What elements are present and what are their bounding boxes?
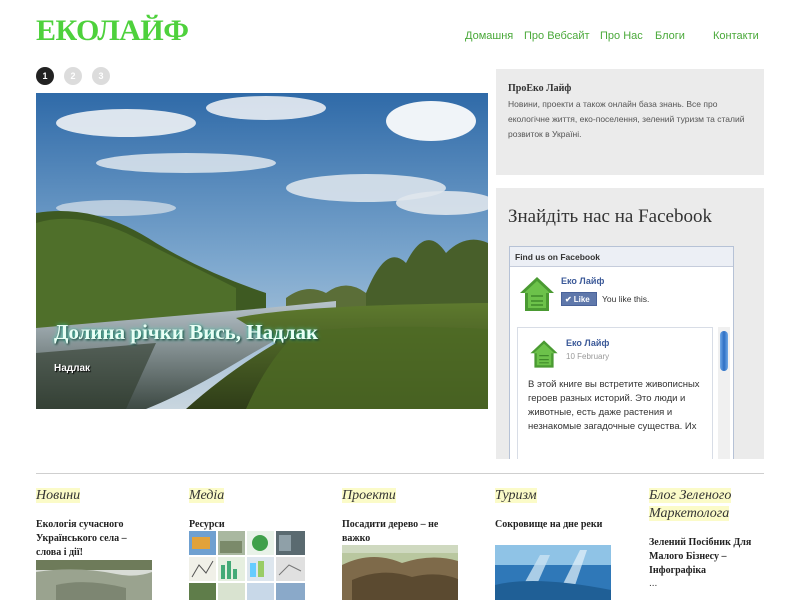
- column-media: Медіа Ресурси: [189, 486, 305, 532]
- facebook-post-author[interactable]: Еко Лайф: [566, 338, 609, 348]
- column-news: Новини Екологія сучасного Українського с…: [36, 486, 152, 560]
- nav-item-about-us[interactable]: Про Нас: [600, 30, 643, 42]
- column-title[interactable]: Новини: [36, 488, 81, 503]
- hero-landscape-image: [36, 93, 488, 409]
- hero-subtitle: Надлак: [54, 363, 91, 374]
- slider-pagination: 1 2 3: [36, 67, 110, 85]
- facebook-feed-scrollbar[interactable]: [718, 327, 730, 459]
- media-images: [189, 531, 305, 600]
- projects-thumbnail[interactable]: [342, 545, 458, 600]
- projects-image: [342, 545, 458, 600]
- slider-dot-3[interactable]: 3: [92, 67, 110, 85]
- facebook-widget: Знайдіть нас на Facebook Find us on Face…: [496, 188, 764, 459]
- column-title[interactable]: Проекти: [342, 488, 396, 503]
- column-post-link[interactable]: Зелений Посібник Для Малого Бізнесу – Ін…: [649, 536, 765, 578]
- facebook-feed[interactable]: Еко Лайф 10 February В этой книге вы вст…: [517, 327, 713, 459]
- about-widget-text: Новини, проекти а також онлайн база знан…: [508, 99, 745, 139]
- checkmark-icon: ✔: [565, 294, 572, 304]
- scrollbar-thumb[interactable]: [720, 331, 728, 371]
- news-thumbnail[interactable]: [36, 560, 152, 600]
- column-post-link[interactable]: Ресурси: [189, 518, 305, 532]
- facebook-like-status: You like this.: [602, 294, 650, 304]
- facebook-post-date[interactable]: 10 February: [566, 352, 609, 361]
- facebook-widget-title: Знайдіть нас на Facebook: [508, 206, 712, 227]
- facebook-like-box: Find us on Facebook Еко Лайф ✔ Like You …: [509, 246, 734, 459]
- main-nav: Домашня Про Вебсайт Про Нас Блоги Контак…: [0, 30, 800, 44]
- news-image: [36, 560, 152, 600]
- nav-item-blogs[interactable]: Блоги: [655, 30, 685, 42]
- nav-item-about-site[interactable]: Про Вебсайт: [524, 30, 590, 42]
- facebook-like-button[interactable]: ✔ Like: [561, 292, 597, 306]
- column-title[interactable]: Медіа: [189, 488, 225, 503]
- media-thumbnail-grid[interactable]: [189, 531, 305, 600]
- column-title[interactable]: Блог Зеленого Маркетолога: [649, 488, 732, 521]
- hero-slide[interactable]: Долина річки Вись, Надлак Надлак: [36, 93, 488, 409]
- slider-dot-1[interactable]: 1: [36, 67, 54, 85]
- eco-house-icon[interactable]: [517, 274, 557, 314]
- facebook-post-text: В этой книге вы встретите живописных гер…: [528, 379, 700, 432]
- about-widget-title: ПроЕко Лайф: [508, 83, 572, 94]
- column-tourism: Туризм Сокровище на дне реки: [495, 486, 611, 532]
- nav-item-home[interactable]: Домашня: [465, 30, 513, 42]
- column-projects: Проекти Посадити дерево – не важко: [342, 486, 458, 546]
- column-post-link[interactable]: Посадити дерево – не важко: [342, 518, 458, 546]
- facebook-box-header[interactable]: Find us on Facebook: [510, 247, 733, 267]
- tourism-thumbnail[interactable]: [495, 545, 611, 600]
- column-green-marketer-blog: Блог Зеленого Маркетолога Зелений Посібн…: [649, 486, 765, 589]
- facebook-page-name[interactable]: Еко Лайф: [561, 276, 604, 286]
- tourism-image: [495, 545, 611, 600]
- about-widget: ПроЕко Лайф Новини, проекти а також онла…: [496, 69, 764, 175]
- like-label: Like: [573, 294, 590, 304]
- eco-house-icon: [530, 340, 558, 368]
- column-title[interactable]: Туризм: [495, 488, 537, 503]
- column-post-link[interactable]: Екологія сучасного Українського села – с…: [36, 518, 152, 560]
- section-divider: [36, 473, 764, 474]
- column-post-link[interactable]: Сокровище на дне реки: [495, 518, 611, 532]
- facebook-page-info: Еко Лайф ✔ Like You like this.: [517, 274, 727, 316]
- column-read-more: ...: [649, 578, 658, 589]
- hero-title[interactable]: Долина річки Вись, Надлак: [54, 320, 318, 345]
- nav-item-contacts[interactable]: Контакти: [713, 30, 759, 42]
- slider-dot-2[interactable]: 2: [64, 67, 82, 85]
